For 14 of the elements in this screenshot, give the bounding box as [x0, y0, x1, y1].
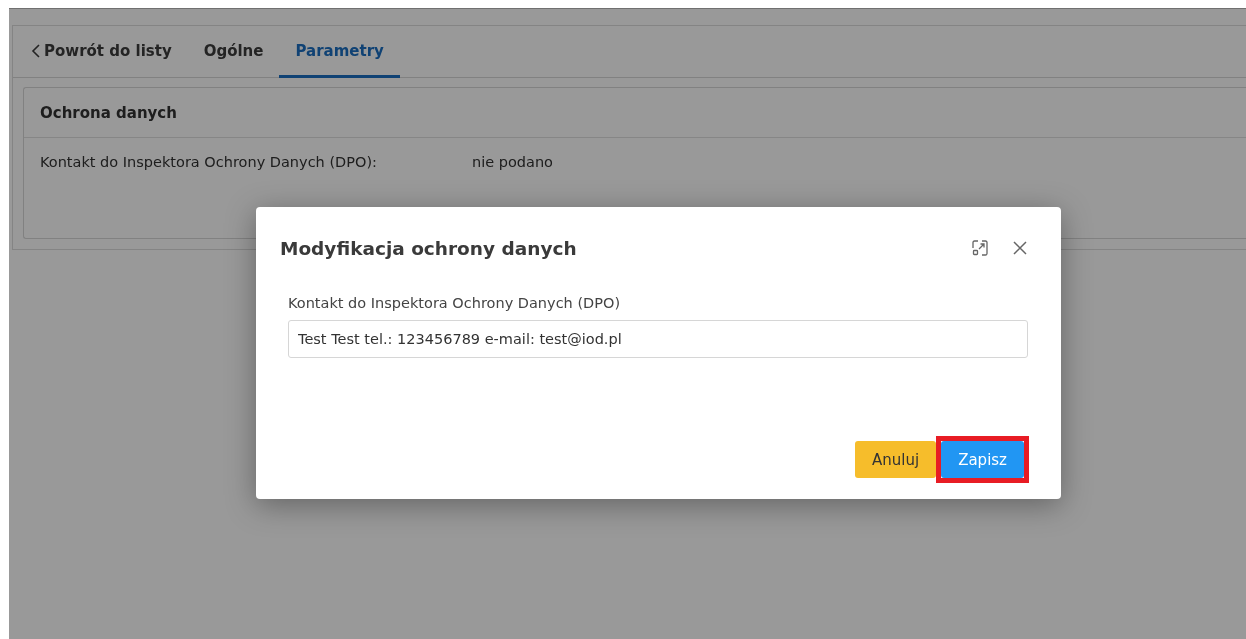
tab[interactable]: Parametry	[279, 26, 400, 78]
card-title: Ochrona danych	[40, 103, 177, 122]
expand-icon[interactable]	[971, 239, 989, 257]
back-link[interactable]: Powrót do listy	[31, 26, 188, 78]
field-value: nie podano	[472, 154, 553, 170]
save-button[interactable]: Zapisz	[941, 441, 1024, 478]
cancel-button[interactable]: Anuluj	[855, 441, 937, 478]
close-icon[interactable]	[1011, 239, 1029, 257]
tab[interactable]: Ogólne	[187, 26, 280, 78]
chevron-left-icon	[31, 42, 41, 59]
field-label: Kontakt do Inspektora Ochrony Danych (DPO)	[288, 295, 622, 311]
input-field[interactable]: Test Test tel.: 123456789 e-mail: test@iod.pl	[288, 320, 1028, 358]
field-label: Kontakt do Inspektora Ochrony Danych (DPO):	[40, 154, 378, 170]
dialog-title: Modyfikacja ochrony danych	[280, 237, 578, 259]
